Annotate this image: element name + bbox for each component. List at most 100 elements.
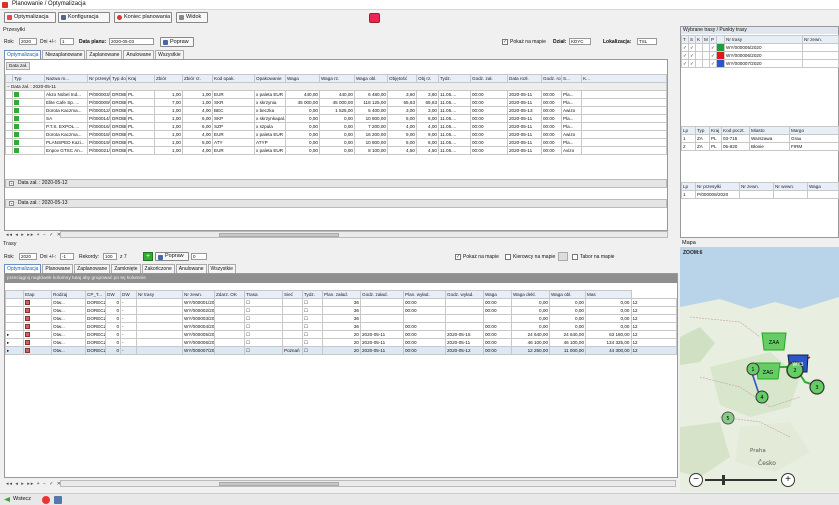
trasy-col-5[interactable]: [716, 35, 725, 44]
checkbox-cell[interactable]: [695, 59, 703, 68]
popraw-count[interactable]: 0: [191, 253, 207, 260]
expand-cell[interactable]: [5, 322, 24, 331]
logo-icon[interactable]: [369, 13, 380, 23]
checkbox-cell[interactable]: ✓: [688, 43, 696, 52]
trasy-col-2[interactable]: K: [695, 35, 703, 44]
checkbox-cell[interactable]: ✓: [709, 51, 717, 60]
group-row-2020-05-12[interactable]: + Data zał. : 2020-05-12: [5, 179, 667, 188]
point-col-5[interactable]: Margo: [789, 126, 839, 135]
col-header-6[interactable]: Zbiór rz.: [182, 74, 213, 83]
trasy-col-header-0[interactable]: Etap: [23, 290, 52, 299]
lower-col-2[interactable]: Nr zewn.: [739, 182, 774, 191]
trasy-tab-zamkniete[interactable]: Zamknięte: [111, 264, 141, 273]
lower-col-3[interactable]: Nr wewn.: [773, 182, 808, 191]
table-row[interactable]: Dorota Kaczma...P/000012/2020DROBNPL1,00…: [5, 106, 667, 115]
zoom-in-icon[interactable]: +: [781, 473, 795, 487]
zoom-out-icon[interactable]: −: [689, 473, 703, 487]
trasy-col-6[interactable]: Nr trasy: [724, 35, 803, 44]
trasy-col-header-1[interactable]: Rodzaj: [51, 290, 86, 299]
trasy-col-header-4[interactable]: DW: [120, 290, 137, 299]
trasy-tab-zakonczone[interactable]: Zakończone: [141, 264, 175, 273]
lower-col-4[interactable]: Waga: [807, 182, 839, 191]
col-header-4[interactable]: Kraj: [126, 74, 155, 83]
przesylki-pager[interactable]: ◂◂ ◂ ▸ ▸▸ + − ✓ ✕: [6, 232, 62, 238]
tab-niezaplanowane[interactable]: Niezaplanowane: [42, 50, 86, 59]
trasy-tab-optymalizacja[interactable]: Optymalizacja: [4, 264, 42, 273]
trasy-col-7[interactable]: Nr zewn.: [802, 35, 839, 44]
point-col-2[interactable]: Kraj: [709, 126, 722, 135]
trasy-col-header-6[interactable]: Nr zewn.: [182, 290, 215, 299]
col-header-7[interactable]: Kod opak.: [212, 74, 255, 83]
tab-wszystkie[interactable]: Wszystkie: [155, 50, 184, 59]
col-header-1[interactable]: Nazwa m...: [44, 74, 88, 83]
point-col-3[interactable]: Kod poczt.: [721, 126, 750, 135]
table-row[interactable]: P.T.S. EXPOL ...P/000016/2020DROBNPL1,00…: [5, 122, 667, 131]
table-row[interactable]: SAP/000014/2020DROBNPL1,006,00SKPx skrzy…: [5, 114, 667, 123]
trasy-col-header-8[interactable]: Trasa: [244, 290, 283, 299]
trasy-col-0[interactable]: T: [681, 35, 689, 44]
trasy-hscroll[interactable]: [60, 480, 676, 487]
trasy-dni-input[interactable]: -1: [60, 253, 74, 260]
trasy-col-header-17[interactable]: Waga obl.: [549, 290, 586, 299]
tab-optymalizacja[interactable]: Optymalizacja: [4, 50, 42, 59]
trasy-tab-anulowane[interactable]: Anulowane: [175, 264, 207, 273]
selected-trasa-row[interactable]: ✓ ✓ ✓ WY/000005/2020: [681, 43, 839, 52]
checkbox-cell[interactable]: ✓: [688, 51, 696, 60]
trasy-col-header-16[interactable]: Waga dekl.: [511, 290, 550, 299]
end-planning-button[interactable]: Koniec planowania: [114, 12, 172, 23]
checkbox-cell[interactable]: [695, 43, 703, 52]
dzial-select[interactable]: KDYC: [569, 38, 591, 45]
trasy-show-map-checkbox[interactable]: ✓: [455, 254, 461, 260]
trasa-row[interactable]: ▸Otw...DORECZENIE0-WY/000006/2020☐☐20202…: [5, 338, 677, 347]
col-header-17[interactable]: Godz. rozł.: [541, 74, 562, 83]
table-row[interactable]: Dorota Kaczma...P/000018/2020DROBNPL1,00…: [5, 130, 667, 139]
trasa-row[interactable]: Otw...DORECZENIE0-WY/000003/2020☐☐360,00…: [5, 314, 677, 323]
kierowcy-checkbox[interactable]: [505, 254, 511, 260]
trasy-tab-wszystkie[interactable]: Wszystkie: [207, 264, 237, 273]
expand-cell[interactable]: ▸: [5, 346, 24, 355]
trasy-col-header-14[interactable]: Godz. wyład.: [445, 290, 484, 299]
trasy-popraw-button[interactable]: Popraw: [155, 252, 189, 261]
table-row[interactable]: Akzo Nobel Ind...P/000003/2020DROBNPL1,0…: [5, 90, 667, 99]
col-header-8[interactable]: Opakowanie: [254, 74, 286, 83]
trasy-tab-planowane[interactable]: Planowane: [42, 264, 74, 273]
view-button[interactable]: Widok: [176, 12, 208, 23]
point-col-1[interactable]: Typ: [695, 126, 710, 135]
col-header-9[interactable]: Waga: [285, 74, 320, 83]
checkbox-cell[interactable]: ✓: [709, 59, 717, 68]
col-header-16[interactable]: Data rozł.: [507, 74, 542, 83]
map-canvas[interactable]: ZAA ZAG WY3 1 2 3 4 5 Praha Česko: [680, 247, 839, 492]
group-row-2020-05-13[interactable]: + Data zał. : 2020-05-13: [5, 199, 667, 208]
trasy-col-header-10[interactable]: Tydz.: [302, 290, 323, 299]
table-row[interactable]: Enpov GTSC An...P/000021/2020DROBNPL1,00…: [5, 146, 667, 155]
trasy-col-header-9[interactable]: Sieć: [282, 290, 303, 299]
back-arrow-icon[interactable]: [4, 497, 10, 502]
col-header-13[interactable]: Obj rz.: [416, 74, 439, 83]
trasy-col-header-15[interactable]: Waga: [483, 290, 512, 299]
group-chip[interactable]: Data zał.: [6, 62, 30, 70]
map-view[interactable]: ZAA ZAG WY3 1 2 3 4 5 Praha Česko ZOOM:6…: [680, 247, 839, 492]
group-row-2020-05-11[interactable]: − Data zał. : 2020-05-11: [5, 82, 667, 91]
wstecz-label[interactable]: Wstecz: [13, 496, 31, 502]
trasy-col-1[interactable]: S: [688, 35, 696, 44]
trasy-rok-input[interactable]: 2020: [19, 253, 37, 260]
stop-icon[interactable]: [42, 496, 50, 504]
point-row[interactable]: 1 ZA PL 03-715 Warszawa Grau: [681, 134, 839, 143]
optimization-button[interactable]: Optymalizacja: [4, 12, 56, 23]
configuration-button[interactable]: Konfiguracja: [58, 12, 110, 23]
trasa-row[interactable]: ▸ Otw...DORECZENIE0- WY/000007/2020 ☐Poznań…: [5, 346, 677, 355]
trasy-col-header-12[interactable]: Godz. załad.: [360, 290, 404, 299]
col-header-2[interactable]: Nr przesyłki: [87, 74, 111, 83]
table-row[interactable]: PLANSPED Kazi...P/000019/2020DROBNPL1,00…: [5, 138, 667, 147]
trasy-col-header-2[interactable]: CP_T...: [85, 290, 106, 299]
trasa-row[interactable]: Otw...DORECZENIE0-WY/000004/2020☐☐3600:0…: [5, 322, 677, 331]
selected-trasa-row[interactable]: ✓ ✓ ✓ WY/000006/2020: [681, 51, 839, 60]
add-button[interactable]: +: [143, 252, 153, 261]
show-on-map-checkbox[interactable]: ✓: [502, 39, 508, 45]
trasy-col-header-11[interactable]: Plan. załad.: [322, 290, 361, 299]
tab-anulowane[interactable]: Anulowane: [123, 50, 155, 59]
expand-cell[interactable]: [5, 298, 24, 307]
zoom-slider-track[interactable]: [705, 479, 777, 481]
dni-input[interactable]: 1: [60, 38, 74, 45]
expand-cell[interactable]: [5, 306, 24, 315]
